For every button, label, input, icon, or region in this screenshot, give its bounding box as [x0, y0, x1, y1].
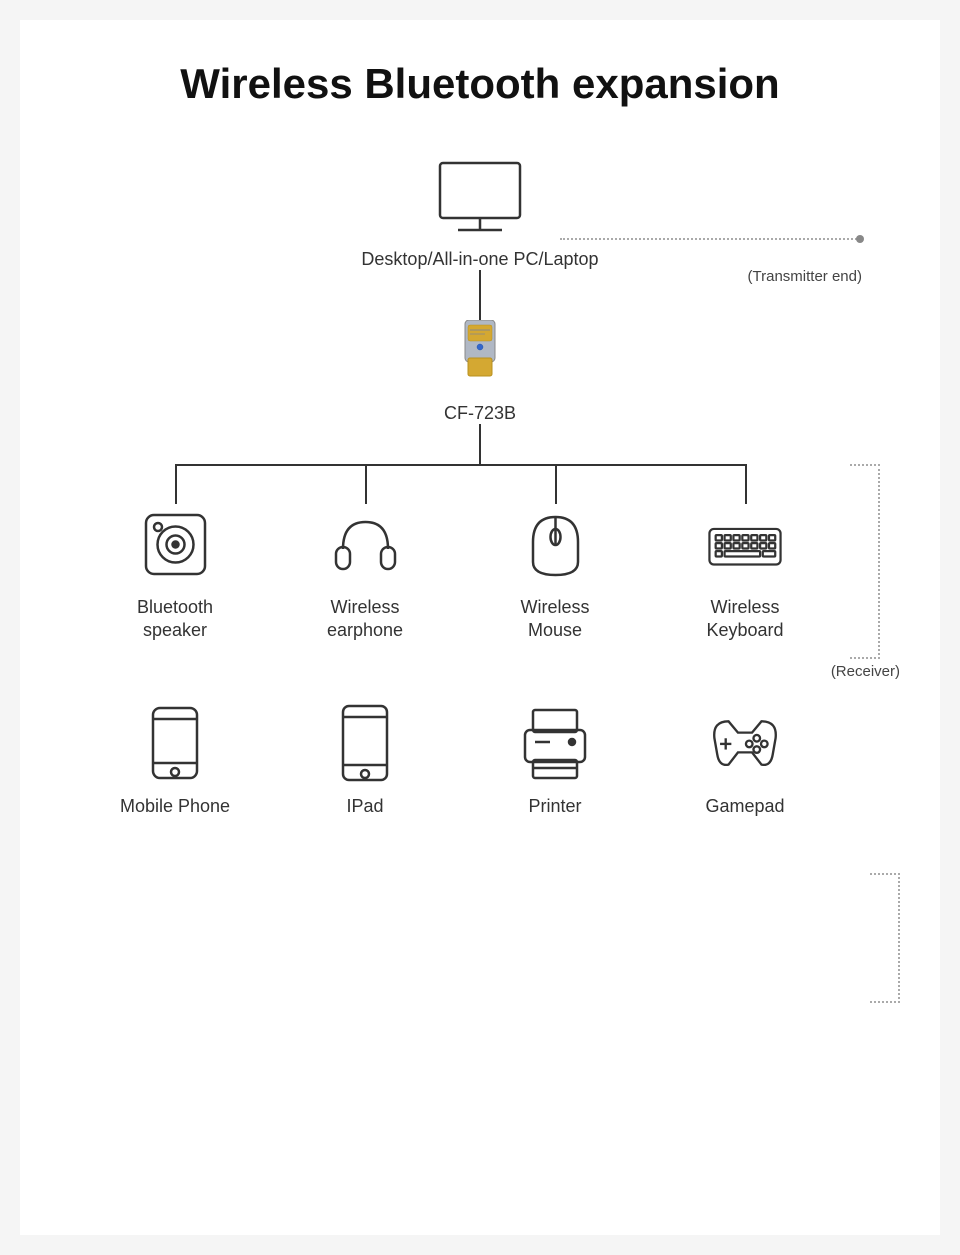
page-title: Wireless Bluetooth expansion	[40, 60, 920, 108]
devices-row-2: Mobile Phone IPad	[80, 643, 880, 818]
receiver-label: (Receiver)	[831, 663, 900, 680]
phone-icon	[135, 703, 215, 783]
row2-bracket-bottom	[870, 873, 900, 1003]
speaker-icon	[135, 504, 215, 584]
device-bluetooth-speaker: Bluetoothspeaker	[80, 504, 270, 643]
usb-label: CF-723B	[444, 403, 516, 424]
keyboard-label: WirelessKeyboard	[706, 596, 783, 643]
v-line-usb-branch	[479, 424, 481, 464]
device-printer: Printer	[460, 703, 650, 818]
earphone-label: Wirelessearphone	[327, 596, 403, 643]
gamepad-icon	[705, 703, 785, 783]
v-drop-4	[745, 464, 747, 504]
pc-node: Desktop/All-in-one PC/Laptop	[361, 158, 598, 270]
receiver-area: (Receiver)	[831, 464, 900, 680]
mouse-icon	[515, 504, 595, 584]
ipad-label: IPad	[346, 795, 383, 818]
transmitter-label: (Transmitter end)	[748, 268, 862, 285]
device-ipad: IPad	[270, 703, 460, 818]
branch-section: Bluetoothspeaker Wirelessearphone	[80, 424, 880, 818]
page: Wireless Bluetooth expansion (Transmitte…	[20, 20, 940, 1235]
usb-node: CF-723B	[444, 320, 516, 424]
device-mobile-phone: Mobile Phone	[80, 703, 270, 818]
keyboard-icon	[705, 504, 785, 584]
gamepad-label: Gamepad	[705, 795, 784, 818]
transmitter-line	[560, 238, 860, 240]
usb-icon	[450, 320, 510, 395]
row2-bracket-top-line	[870, 873, 900, 875]
diagram: (Transmitter end) Desktop/All-in-one PC/…	[40, 158, 920, 818]
device-wireless-mouse: WirelessMouse	[460, 504, 650, 643]
phone-label: Mobile Phone	[120, 795, 230, 818]
h-branch-line	[175, 464, 745, 466]
printer-label: Printer	[528, 795, 581, 818]
headphone-icon	[325, 504, 405, 584]
pc-label: Desktop/All-in-one PC/Laptop	[361, 249, 598, 270]
device-gamepad: Gamepad	[650, 703, 840, 818]
ipad-icon	[325, 703, 405, 783]
printer-icon	[515, 703, 595, 783]
v-drop-2	[365, 464, 367, 504]
monitor-icon	[430, 158, 530, 243]
speaker-label: Bluetoothspeaker	[137, 596, 213, 643]
v-drop-1	[175, 464, 177, 504]
v-line-pc-usb	[479, 270, 481, 320]
device-wireless-earphone: Wirelessearphone	[270, 504, 460, 643]
device-wireless-keyboard: WirelessKeyboard	[650, 504, 840, 643]
receiver-bracket	[850, 464, 880, 659]
v-drop-3	[555, 464, 557, 504]
mouse-label: WirelessMouse	[520, 596, 589, 643]
